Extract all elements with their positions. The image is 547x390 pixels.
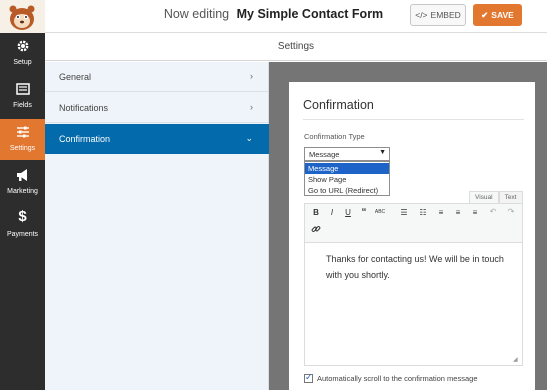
subnav-general[interactable]: General › (45, 62, 269, 92)
caret-down-icon: ▼ (379, 149, 386, 156)
align-right-icon[interactable]: ≡ (469, 208, 481, 217)
embed-button-label: EMBED (430, 10, 461, 20)
nav-setup-label: Setup (13, 59, 32, 66)
strikethrough-icon[interactable]: ABC (374, 209, 386, 215)
tab-visual[interactable]: Visual (469, 191, 499, 204)
blockquote-icon[interactable]: “ (358, 207, 370, 218)
redo-icon[interactable]: ↷ (505, 207, 517, 216)
settings-subnav: General › Notifications › Confirmation ⌄ (45, 62, 269, 390)
underline-icon[interactable]: U (342, 208, 354, 217)
settings-header: Settings (45, 33, 547, 61)
divider (303, 119, 524, 120)
nav-fields[interactable]: Fields (0, 76, 45, 117)
italic-icon[interactable]: I (326, 208, 338, 217)
save-button[interactable]: ✔ SAVE (473, 4, 522, 26)
subnav-confirmation[interactable]: Confirmation ⌄ (45, 124, 269, 154)
align-left-icon[interactable]: ≡ (435, 208, 447, 217)
subnav-general-label: General (59, 72, 92, 82)
align-center-icon[interactable]: ≡ (452, 208, 464, 217)
autoscroll-option[interactable]: Automatically scroll to the confirmation… (304, 372, 478, 383)
option-redirect[interactable]: Go to URL (Redirect) (305, 185, 389, 196)
fields-icon (0, 82, 45, 98)
nav-payments[interactable]: $ Payments (0, 205, 45, 246)
nav-payments-label: Payments (6, 231, 39, 238)
editing-prefix: Now editing (163, 7, 230, 21)
subnav-notifications[interactable]: Notifications › (45, 93, 269, 123)
option-show-page[interactable]: Show Page (305, 174, 389, 185)
nav-settings[interactable]: Settings (0, 119, 45, 160)
numbered-list-icon[interactable]: ☷ (417, 208, 429, 217)
sliders-icon (0, 125, 45, 141)
gear-icon (0, 39, 45, 55)
top-bar: Now editing My Simple Contact Form </> E… (0, 0, 547, 33)
editor-toolbar: B I U “ ABC ☰ ☷ ≡ ≡ ≡ ↶ ↷ (304, 203, 523, 243)
dollar-icon: $ (18, 208, 27, 225)
subnav-notifications-label: Notifications (59, 103, 109, 113)
bold-icon[interactable]: B (310, 208, 322, 217)
option-message[interactable]: Message (305, 163, 389, 174)
tab-text[interactable]: Text (498, 191, 523, 204)
builder-sidebar: Setup Fields Settings Marketing $ Paymen… (0, 33, 45, 390)
editor-tabs: Visual Text (469, 191, 523, 204)
resize-handle-icon[interactable]: ◢ (513, 356, 518, 363)
code-icon: </> (415, 10, 428, 20)
save-button-label: SAVE (491, 10, 514, 20)
nav-settings-label: Settings (9, 145, 36, 152)
embed-button[interactable]: </> EMBED (410, 4, 466, 26)
confirmation-title: Confirmation (303, 98, 374, 112)
megaphone-icon (0, 168, 45, 184)
subnav-confirmation-label: Confirmation (59, 134, 111, 144)
confirmation-type-label: Confirmation Type (304, 132, 365, 141)
check-icon: ✔ (481, 9, 489, 20)
nav-setup[interactable]: Setup (0, 33, 45, 74)
select-value: Message (309, 150, 340, 159)
chevron-right-icon: › (250, 71, 253, 81)
confirmation-message-text[interactable]: Thanks for contacting us! We will be in … (326, 251, 506, 283)
autoscroll-label: Automatically scroll to the confirmation… (317, 374, 478, 383)
form-name: My Simple Contact Form (236, 7, 384, 21)
chevron-down-icon: ⌄ (245, 133, 253, 143)
autoscroll-checkbox[interactable] (304, 372, 313, 383)
chevron-right-icon: › (250, 102, 253, 112)
bullet-list-icon[interactable]: ☰ (398, 208, 410, 217)
link-icon[interactable] (310, 224, 322, 236)
confirmation-type-select[interactable]: Message ▼ (304, 147, 390, 161)
nav-marketing[interactable]: Marketing (0, 162, 45, 203)
nav-fields-label: Fields (13, 102, 32, 109)
undo-icon[interactable]: ↶ (487, 207, 499, 216)
confirmation-type-dropdown: Message Show Page Go to URL (Redirect) (304, 161, 390, 196)
nav-marketing-label: Marketing (7, 188, 38, 195)
